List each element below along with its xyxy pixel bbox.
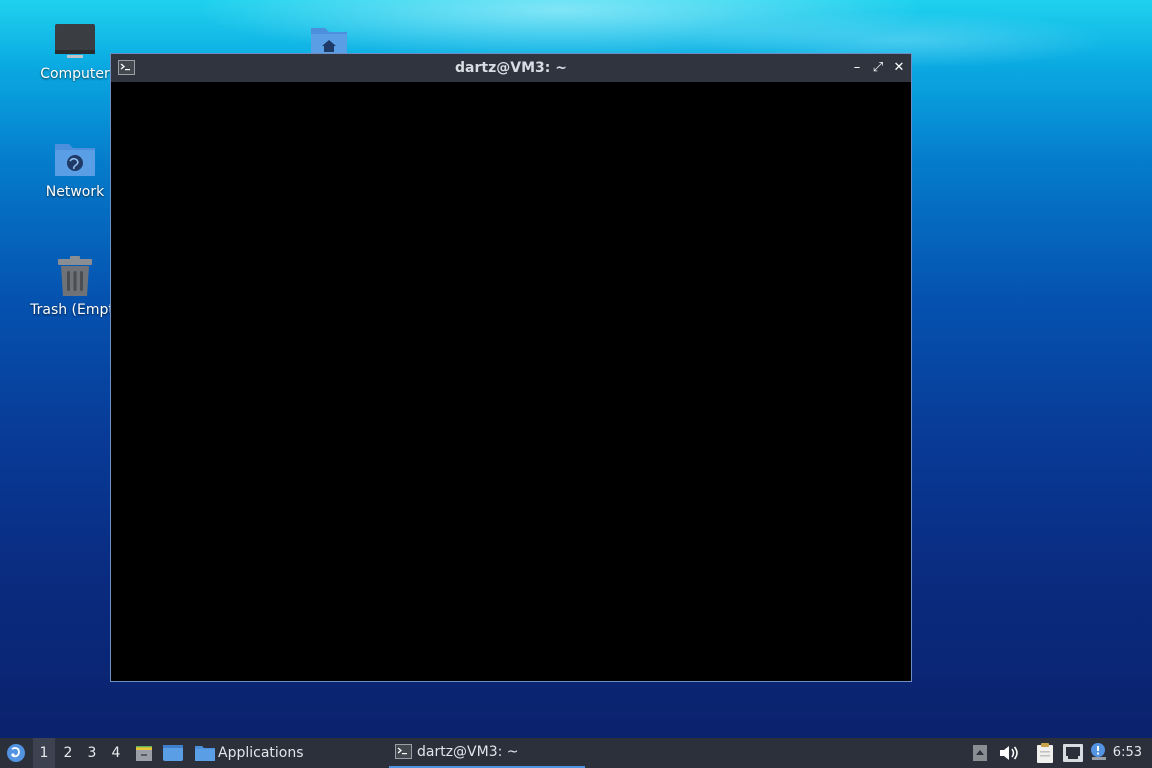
workspace-3[interactable]: 3: [81, 738, 103, 768]
archive-drawer-icon: [136, 746, 152, 761]
clock[interactable]: 6:53: [1113, 738, 1142, 768]
window-title: dartz@VM3: ~: [455, 60, 567, 76]
xubuntu-logo-icon: [7, 744, 25, 762]
workspace-4[interactable]: 4: [105, 738, 127, 768]
up-arrow-icon: [973, 745, 987, 761]
terminal-icon: [395, 744, 412, 759]
terminal-window[interactable]: dartz@VM3: ~ – ⤢ ✕: [110, 53, 912, 682]
close-button[interactable]: ✕: [891, 60, 907, 76]
desktop-icon: [163, 745, 183, 761]
desktop: Computer Network Trash (Empt dartz@VM3: …: [0, 0, 1152, 738]
updates-notification-button[interactable]: [1088, 738, 1110, 768]
desktop-icon-label: Trash (Empt: [30, 302, 114, 318]
whisker-menu-button[interactable]: [4, 738, 28, 768]
taskbar-window-label: dartz@VM3: ~: [417, 744, 519, 760]
workspace-1[interactable]: 1: [33, 738, 55, 768]
applications-label: Applications: [218, 745, 304, 761]
workspace-2[interactable]: 2: [57, 738, 79, 768]
network-folder-icon: [55, 144, 95, 176]
computer-icon: [55, 24, 95, 58]
speaker-icon: [1000, 746, 1018, 760]
folder-icon: [195, 746, 215, 761]
file-manager-launcher[interactable]: [133, 738, 155, 768]
applications-menu[interactable]: Applications: [193, 738, 313, 768]
terminal-titlebar[interactable]: dartz@VM3: ~ – ⤢ ✕: [111, 54, 911, 82]
taskbar-panel: 1 2 3 4 Applications dartz@VM3: ~ 6:53: [0, 738, 1152, 768]
clipboard-button[interactable]: [1033, 738, 1057, 768]
taskbar-window-button[interactable]: dartz@VM3: ~: [389, 738, 585, 768]
network-status-button[interactable]: [1061, 738, 1085, 768]
clipboard-icon: [1037, 743, 1053, 763]
show-desktop-button[interactable]: [161, 738, 185, 768]
minimize-button[interactable]: –: [849, 60, 865, 76]
ethernet-icon: [1063, 744, 1083, 762]
notification-scroll-button[interactable]: [970, 738, 990, 768]
trash-icon: [58, 256, 92, 296]
volume-button[interactable]: [998, 738, 1020, 768]
terminal-content-area[interactable]: [111, 82, 911, 681]
info-notification-icon: [1091, 743, 1106, 760]
maximize-button[interactable]: ⤢: [870, 60, 886, 76]
